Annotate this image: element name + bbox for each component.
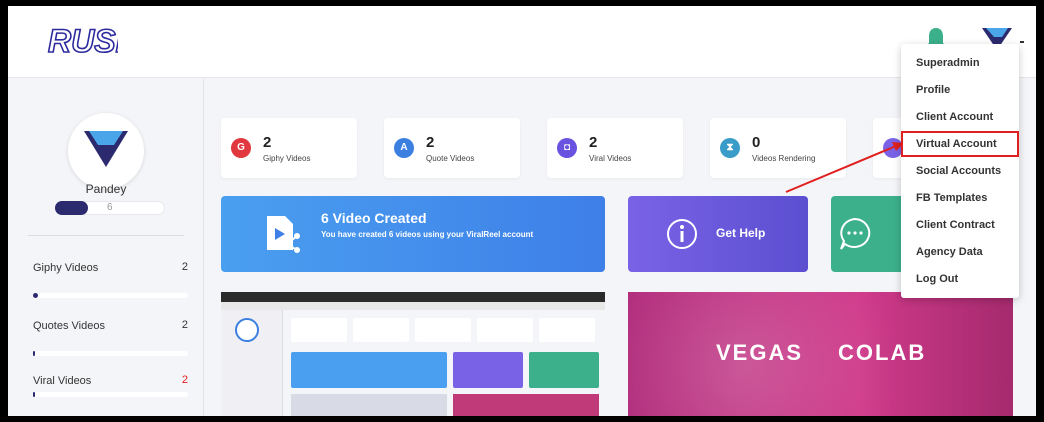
- stat-count: 2: [181, 374, 188, 386]
- hourglass-icon: ⧗: [720, 138, 740, 158]
- stat-label: Giphy Videos: [33, 262, 99, 274]
- sidebar-divider: [28, 235, 184, 236]
- logo-text: RUSH: [48, 23, 118, 59]
- rush-logo[interactable]: RUSH: [46, 18, 118, 64]
- stat-progress-bar: [33, 293, 188, 298]
- stat-progress-fill: [33, 351, 35, 356]
- username: Pandey: [85, 182, 127, 196]
- chat-icon: [840, 217, 871, 250]
- menu-item-agency-data[interactable]: Agency Data: [901, 239, 1019, 265]
- app-window: RUSH Pandey 6 Giphy Videos 2: [8, 6, 1036, 416]
- stat-label: Viral Videos: [33, 375, 92, 387]
- stat-card-label: Videos Rendering: [752, 154, 816, 163]
- menu-item-fb-templates[interactable]: FB Templates: [901, 185, 1019, 211]
- sidebar-stat-giphy: Giphy Videos 2: [33, 261, 188, 298]
- user-dropdown-menu: Superadmin Profile Client Account Virtua…: [901, 44, 1019, 298]
- menu-item-log-out[interactable]: Log Out: [901, 266, 1019, 292]
- user-progress-bar: 6: [55, 201, 165, 215]
- menu-item-social-accounts[interactable]: Social Accounts: [901, 158, 1019, 184]
- promo-banner[interactable]: VEGAS COLAB: [628, 292, 1013, 416]
- stat-card-label: Giphy Videos: [263, 154, 311, 163]
- video-created-banner: 6 Video Created You have created 6 video…: [221, 196, 605, 272]
- thumb-url-bar: [221, 302, 605, 310]
- stat-card-giphy[interactable]: G 2 Giphy Videos: [221, 118, 357, 178]
- promo-right-text: COLAB: [838, 340, 927, 365]
- sidebar-stat-quotes: Quotes Videos 2: [33, 319, 188, 356]
- menu-item-client-account[interactable]: Client Account: [901, 104, 1019, 130]
- menu-item-superadmin[interactable]: Superadmin: [901, 50, 1019, 76]
- stat-card-label: Viral Videos: [589, 154, 632, 163]
- sidebar: [8, 79, 204, 416]
- stat-card-label: Quote Videos: [426, 154, 475, 163]
- quote-icon: A: [394, 138, 414, 158]
- stat-progress-fill: [33, 293, 38, 298]
- stat-card-count: 2: [589, 134, 598, 151]
- stat-card-count: 2: [426, 134, 435, 151]
- stat-card-quote[interactable]: A 2 Quote Videos: [384, 118, 520, 178]
- menu-item-virtual-account[interactable]: Virtual Account: [901, 131, 1019, 157]
- info-icon: [667, 219, 697, 249]
- user-progress-fill: [55, 201, 88, 215]
- thumb-content: [221, 310, 605, 416]
- stat-progress-bar: [33, 392, 188, 397]
- user-video-count: 6: [107, 202, 113, 213]
- menu-item-client-contract[interactable]: Client Contract: [901, 212, 1019, 238]
- promo-left-text: VEGAS: [716, 340, 804, 365]
- get-help-button[interactable]: Get Help: [628, 196, 808, 272]
- profile-avatar[interactable]: [68, 113, 144, 189]
- top-header: RUSH: [8, 6, 1036, 78]
- get-help-label: Get Help: [716, 226, 766, 240]
- banner-title: 6 Video Created: [321, 210, 427, 226]
- stat-label: Quotes Videos: [33, 320, 105, 332]
- tutorial-video-thumbnail[interactable]: [221, 292, 605, 416]
- viral-icon: ◘: [557, 138, 577, 158]
- stat-progress-bar: [33, 351, 188, 356]
- brand-v-logo-icon: [84, 131, 128, 167]
- stat-card-count: 2: [263, 134, 272, 151]
- stat-count: 2: [181, 319, 188, 331]
- share-video-icon: [267, 216, 300, 253]
- giphy-icon: G: [231, 138, 251, 158]
- card-icon: [883, 138, 903, 158]
- stat-progress-fill: [33, 392, 35, 397]
- menu-item-profile[interactable]: Profile: [901, 77, 1019, 103]
- stat-count: 2: [181, 261, 188, 273]
- stat-card-count: 0: [752, 134, 761, 151]
- stat-card-rendering[interactable]: ⧗ 0 Videos Rendering: [710, 118, 846, 178]
- stat-card-viral[interactable]: ◘ 2 Viral Videos: [547, 118, 683, 178]
- manager-account-card[interactable]: [831, 196, 911, 272]
- sidebar-stat-viral: Viral Videos 2: [33, 374, 188, 397]
- thumb-browser-bar: [221, 292, 605, 302]
- banner-subtitle: You have created 6 videos using your Vir…: [321, 230, 534, 239]
